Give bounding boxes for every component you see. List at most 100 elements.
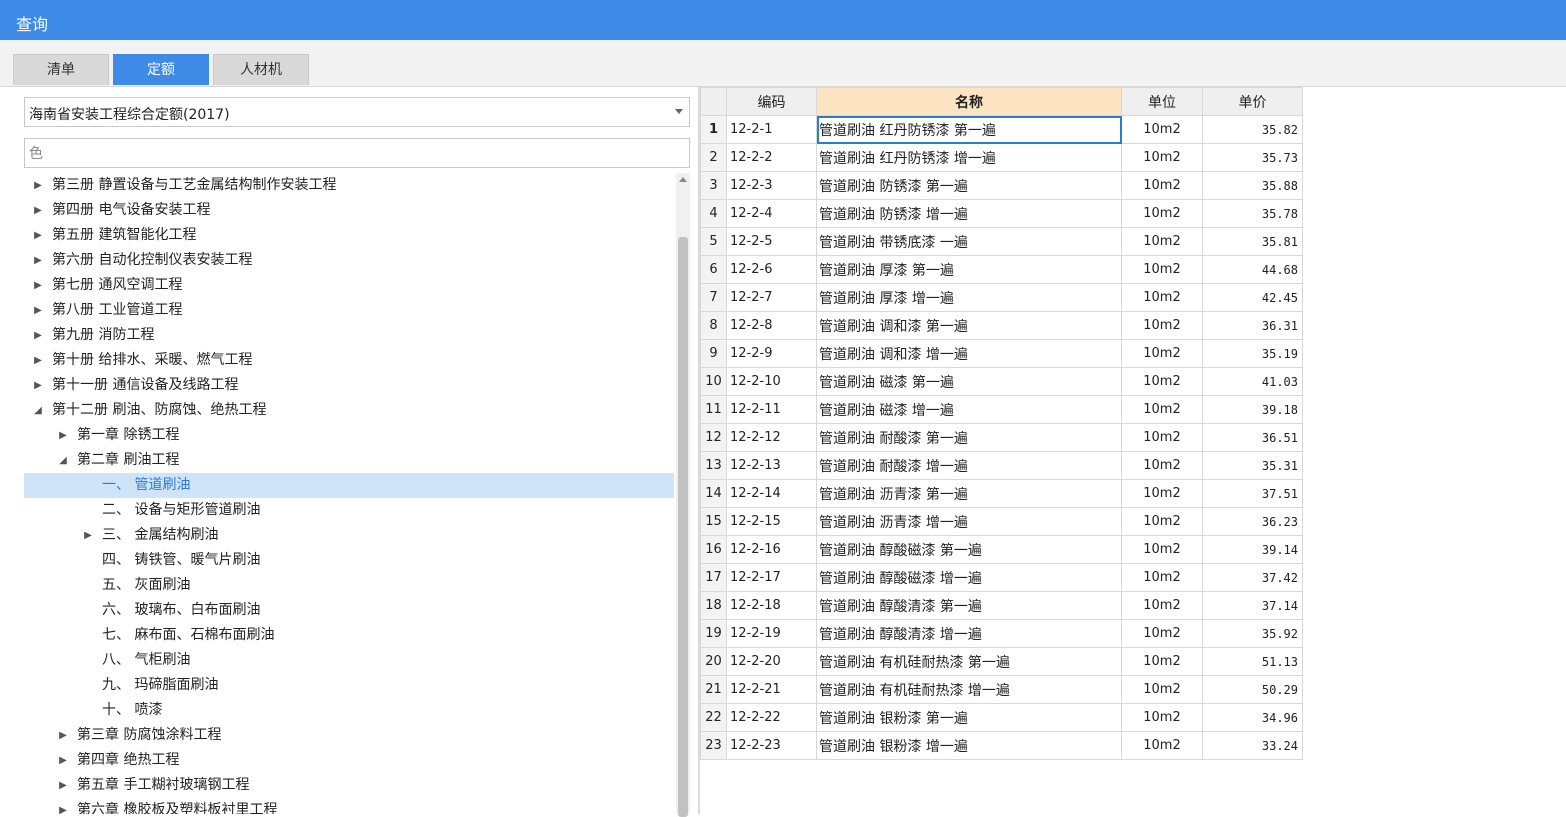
table-row[interactable]: 16 12-2-16 管道刷油 醇酸磁漆 第一遍 10m2 39.14 xyxy=(700,535,1303,564)
name-cell[interactable]: 管道刷油 防锈漆 第一遍 xyxy=(816,171,1122,200)
code-cell[interactable]: 12-2-16 xyxy=(726,535,817,564)
table-row[interactable]: 10 12-2-10 管道刷油 磁漆 第一遍 10m2 41.03 xyxy=(700,367,1303,396)
collapsed-arrow-icon[interactable]: ▶ xyxy=(57,748,69,773)
code-cell[interactable]: 12-2-19 xyxy=(726,619,817,648)
tree-node[interactable]: ◢ 第十二册 刷油、防腐蚀、绝热工程 xyxy=(24,398,674,423)
table-row[interactable]: 5 12-2-5 管道刷油 带锈底漆 一遍 10m2 35.81 xyxy=(700,227,1303,256)
table-row[interactable]: 15 12-2-15 管道刷油 沥青漆 增一遍 10m2 36.23 xyxy=(700,507,1303,536)
table-row[interactable]: 7 12-2-7 管道刷油 厚漆 增一遍 10m2 42.45 xyxy=(700,283,1303,312)
code-cell[interactable]: 12-2-20 xyxy=(726,647,817,676)
table-row[interactable]: 20 12-2-20 管道刷油 有机硅耐热漆 第一遍 10m2 51.13 xyxy=(700,647,1303,676)
unit-cell[interactable]: 10m2 xyxy=(1121,311,1203,340)
tree-node[interactable]: ▶ 第三册 静置设备与工艺金属结构制作安装工程 xyxy=(24,173,674,198)
collapsed-arrow-icon[interactable]: ▶ xyxy=(32,373,44,398)
unit-cell[interactable]: 10m2 xyxy=(1121,143,1203,172)
tree-node[interactable]: ▶ 第十册 给排水、采暖、燃气工程 xyxy=(24,348,674,373)
price-cell[interactable]: 39.18 xyxy=(1202,395,1303,424)
tree-node[interactable]: 九、 玛碲脂面刷油 xyxy=(24,673,674,698)
price-cell[interactable]: 35.31 xyxy=(1202,451,1303,480)
unit-cell[interactable]: 10m2 xyxy=(1121,507,1203,536)
collapsed-arrow-icon[interactable]: ▶ xyxy=(32,298,44,323)
price-cell[interactable]: 35.73 xyxy=(1202,143,1303,172)
row-number-cell[interactable]: 1 xyxy=(700,115,727,144)
scroll-up-icon[interactable] xyxy=(679,177,687,182)
name-cell[interactable]: 管道刷油 醇酸磁漆 增一遍 xyxy=(816,563,1122,592)
table-row[interactable]: 2 12-2-2 管道刷油 红丹防锈漆 增一遍 10m2 35.73 xyxy=(700,143,1303,172)
name-cell[interactable]: 管道刷油 厚漆 第一遍 xyxy=(816,255,1122,284)
price-cell[interactable]: 35.92 xyxy=(1202,619,1303,648)
unit-cell[interactable]: 10m2 xyxy=(1121,731,1203,760)
unit-cell[interactable]: 10m2 xyxy=(1121,115,1203,144)
code-cell[interactable]: 12-2-17 xyxy=(726,563,817,592)
table-row[interactable]: 9 12-2-9 管道刷油 调和漆 增一遍 10m2 35.19 xyxy=(700,339,1303,368)
name-cell[interactable]: 管道刷油 红丹防锈漆 增一遍 xyxy=(816,143,1122,172)
row-number-cell[interactable]: 20 xyxy=(700,647,727,676)
row-number-cell[interactable]: 8 xyxy=(700,311,727,340)
name-cell[interactable]: 管道刷油 银粉漆 第一遍 xyxy=(816,703,1122,732)
tree-node[interactable]: 八、 气柜刷油 xyxy=(24,648,674,673)
tree-node[interactable]: 五、 灰面刷油 xyxy=(24,573,674,598)
table-row[interactable]: 12 12-2-12 管道刷油 耐酸漆 第一遍 10m2 36.51 xyxy=(700,423,1303,452)
code-cell[interactable]: 12-2-14 xyxy=(726,479,817,508)
name-cell[interactable]: 管道刷油 磁漆 第一遍 xyxy=(816,367,1122,396)
code-cell[interactable]: 12-2-5 xyxy=(726,227,817,256)
price-cell[interactable]: 42.45 xyxy=(1202,283,1303,312)
code-cell[interactable]: 12-2-22 xyxy=(726,703,817,732)
price-cell[interactable]: 33.24 xyxy=(1202,731,1303,760)
name-cell[interactable]: 管道刷油 耐酸漆 第一遍 xyxy=(816,423,1122,452)
column-header-name[interactable]: 名称 xyxy=(816,87,1122,116)
row-number-cell[interactable]: 18 xyxy=(700,591,727,620)
collapsed-arrow-icon[interactable]: ▶ xyxy=(32,173,44,198)
row-number-cell[interactable]: 17 xyxy=(700,563,727,592)
row-number-cell[interactable]: 6 xyxy=(700,255,727,284)
row-number-cell[interactable]: 10 xyxy=(700,367,727,396)
name-cell[interactable]: 管道刷油 防锈漆 增一遍 xyxy=(816,199,1122,228)
price-cell[interactable]: 37.14 xyxy=(1202,591,1303,620)
code-cell[interactable]: 12-2-6 xyxy=(726,255,817,284)
chevron-down-icon[interactable] xyxy=(675,109,683,114)
price-cell[interactable]: 34.96 xyxy=(1202,703,1303,732)
name-cell[interactable]: 管道刷油 醇酸清漆 第一遍 xyxy=(816,591,1122,620)
name-cell[interactable]: 管道刷油 调和漆 第一遍 xyxy=(816,311,1122,340)
table-row[interactable]: 21 12-2-21 管道刷油 有机硅耐热漆 增一遍 10m2 50.29 xyxy=(700,675,1303,704)
collapsed-arrow-icon[interactable]: ▶ xyxy=(57,798,69,814)
price-cell[interactable]: 36.51 xyxy=(1202,423,1303,452)
table-row[interactable]: 19 12-2-19 管道刷油 醇酸清漆 增一遍 10m2 35.92 xyxy=(700,619,1303,648)
table-row[interactable]: 3 12-2-3 管道刷油 防锈漆 第一遍 10m2 35.88 xyxy=(700,171,1303,200)
tree-node[interactable]: 七、 麻布面、石棉布面刷油 xyxy=(24,623,674,648)
unit-cell[interactable]: 10m2 xyxy=(1121,703,1203,732)
row-number-cell[interactable]: 9 xyxy=(700,339,727,368)
name-cell[interactable]: 管道刷油 磁漆 增一遍 xyxy=(816,395,1122,424)
collapsed-arrow-icon[interactable]: ▶ xyxy=(32,323,44,348)
tree-node[interactable]: ▶ 第四章 绝热工程 xyxy=(24,748,674,773)
row-number-cell[interactable]: 7 xyxy=(700,283,727,312)
scrollbar-thumb[interactable] xyxy=(678,237,688,817)
expanded-arrow-icon[interactable]: ◢ xyxy=(32,398,44,423)
unit-cell[interactable]: 10m2 xyxy=(1121,535,1203,564)
table-row[interactable]: 14 12-2-14 管道刷油 沥青漆 第一遍 10m2 37.51 xyxy=(700,479,1303,508)
name-cell[interactable]: 管道刷油 醇酸清漆 增一遍 xyxy=(816,619,1122,648)
unit-cell[interactable]: 10m2 xyxy=(1121,255,1203,284)
code-cell[interactable]: 12-2-7 xyxy=(726,283,817,312)
search-input[interactable] xyxy=(24,138,690,168)
unit-cell[interactable]: 10m2 xyxy=(1121,675,1203,704)
name-cell[interactable]: 管道刷油 厚漆 增一遍 xyxy=(816,283,1122,312)
row-number-cell[interactable]: 21 xyxy=(700,675,727,704)
table-row[interactable]: 8 12-2-8 管道刷油 调和漆 第一遍 10m2 36.31 xyxy=(700,311,1303,340)
unit-cell[interactable]: 10m2 xyxy=(1121,423,1203,452)
code-cell[interactable]: 12-2-10 xyxy=(726,367,817,396)
code-cell[interactable]: 12-2-21 xyxy=(726,675,817,704)
price-cell[interactable]: 35.82 xyxy=(1202,115,1303,144)
code-cell[interactable]: 12-2-12 xyxy=(726,423,817,452)
name-cell[interactable]: 管道刷油 醇酸磁漆 第一遍 xyxy=(816,535,1122,564)
name-cell[interactable]: 管道刷油 调和漆 增一遍 xyxy=(816,339,1122,368)
code-cell[interactable]: 12-2-3 xyxy=(726,171,817,200)
price-cell[interactable]: 37.51 xyxy=(1202,479,1303,508)
unit-cell[interactable]: 10m2 xyxy=(1121,395,1203,424)
code-cell[interactable]: 12-2-15 xyxy=(726,507,817,536)
tree-node[interactable]: 一、 管道刷油 xyxy=(24,473,674,498)
unit-cell[interactable]: 10m2 xyxy=(1121,451,1203,480)
tree-node[interactable]: 六、 玻璃布、白布面刷油 xyxy=(24,598,674,623)
unit-cell[interactable]: 10m2 xyxy=(1121,367,1203,396)
name-cell[interactable]: 管道刷油 耐酸漆 增一遍 xyxy=(816,451,1122,480)
